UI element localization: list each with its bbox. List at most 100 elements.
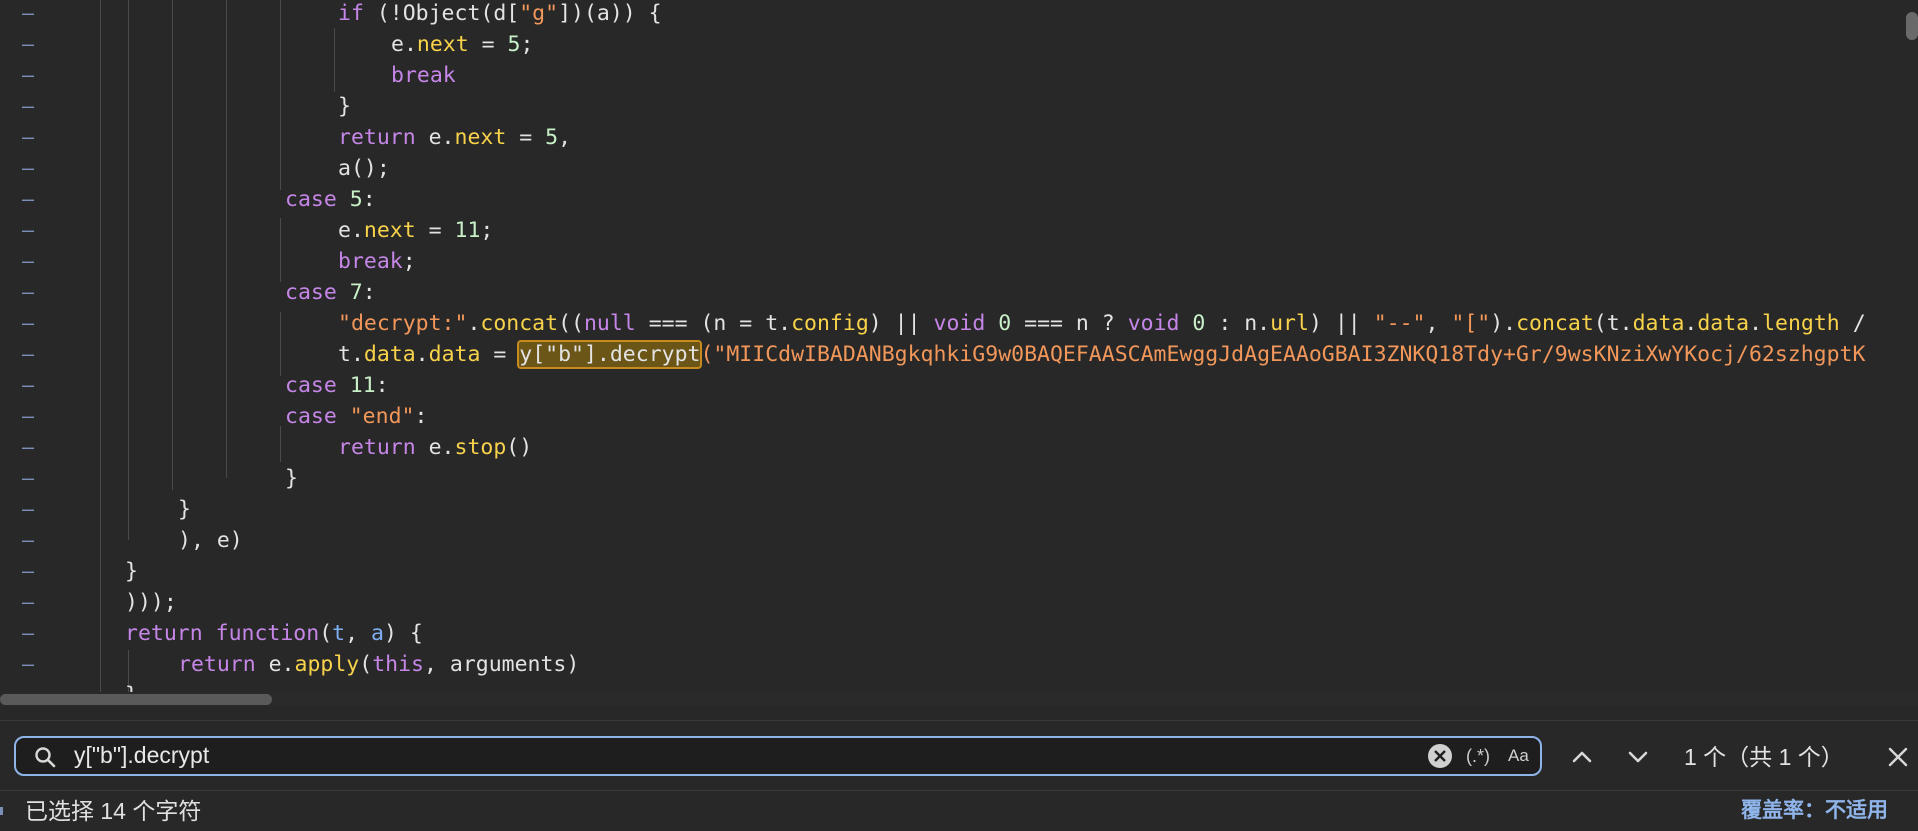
line-change-marker: – — [22, 94, 35, 118]
code-token: "decrypt:" — [338, 311, 468, 336]
code-token: ) || — [1308, 311, 1374, 336]
code-token: : — [414, 404, 428, 429]
line-change-marker: – — [22, 621, 35, 645]
code-line: – return function(t, a) { — [0, 618, 1918, 649]
line-change-marker: – — [22, 373, 35, 397]
code-line: – e.next = 11; — [0, 215, 1918, 246]
code-token: ))); — [125, 590, 177, 615]
coverage-status[interactable]: 覆盖率：不适用 — [1741, 795, 1888, 827]
vertical-scrollbar[interactable] — [1906, 12, 1918, 40]
line-change-marker: – — [22, 187, 35, 211]
search-icon — [34, 746, 56, 768]
code-token: void — [1127, 311, 1180, 336]
code-text: } — [125, 556, 138, 587]
line-change-marker: – — [22, 32, 35, 56]
code-token: return — [338, 435, 416, 460]
match-case-toggle-button[interactable]: Aa — [1508, 742, 1529, 770]
search-match-highlight[interactable]: y["b"].decrypt — [517, 340, 703, 369]
code-token: 11 — [454, 218, 481, 243]
line-change-marker: – — [22, 249, 35, 273]
code-text: } — [338, 91, 351, 122]
code-text: } — [125, 680, 138, 692]
code-line: – "decrypt:".concat((null === (n = t.con… — [0, 308, 1918, 339]
line-change-marker: – — [22, 404, 35, 428]
code-text: } — [178, 494, 191, 525]
code-token: case — [285, 280, 337, 305]
code-token: e. — [391, 32, 417, 57]
code-text: case 5: — [285, 184, 376, 215]
code-token: case — [285, 373, 337, 398]
code-text: a(); — [338, 153, 390, 184]
code-token: data — [1632, 311, 1685, 336]
code-token: case — [285, 404, 337, 429]
code-text: "decrypt:".concat((null === (n = t.confi… — [338, 308, 1866, 339]
code-line: – return e.next = 5, — [0, 122, 1918, 153]
code-token: } — [125, 559, 138, 584]
line-change-marker: – — [22, 125, 35, 149]
code-token: ; — [402, 249, 416, 274]
code-text: break — [391, 60, 456, 91]
code-text: e.next = 11; — [338, 215, 493, 246]
code-token: return — [178, 652, 256, 677]
code-line: – } — [0, 463, 1918, 494]
code-token: === n ? — [1011, 311, 1128, 336]
horizontal-scrollbar-thumb[interactable] — [0, 694, 272, 705]
status-indicator — [0, 807, 3, 815]
code-token: , — [345, 621, 371, 646]
line-change-marker: – — [22, 311, 35, 335]
previous-match-button[interactable] — [1570, 745, 1594, 769]
code-token: a(); — [338, 156, 390, 181]
code-line: – e.next = 5; — [0, 29, 1918, 60]
code-token: length — [1762, 311, 1840, 336]
clear-icon — [1434, 750, 1446, 762]
code-token: apply — [294, 652, 360, 677]
search-input[interactable] — [74, 738, 1414, 773]
code-token: return — [338, 125, 416, 150]
line-change-marker: – — [22, 342, 35, 366]
code-token: concat — [1516, 311, 1594, 336]
code-token: } — [178, 497, 191, 522]
code-editor[interactable]: – if (!Object(d["g"])(a)) { – e.next = 5… — [0, 0, 1918, 692]
code-text: break; — [338, 246, 416, 277]
horizontal-scrollbar[interactable] — [0, 692, 1918, 706]
code-token: ; — [480, 218, 494, 243]
code-line: – case 5: — [0, 184, 1918, 215]
code-token: . — [467, 311, 481, 336]
close-icon — [1888, 747, 1908, 767]
next-match-button[interactable] — [1626, 745, 1650, 769]
code-line: – if (!Object(d["g"])(a)) { — [0, 0, 1918, 29]
code-line: – case 11: — [0, 370, 1918, 401]
code-line: – a(); — [0, 153, 1918, 184]
clear-search-button[interactable] — [1428, 744, 1452, 768]
line-change-marker: – — [22, 466, 35, 490]
line-change-marker: – — [22, 590, 35, 614]
close-find-bar-button[interactable] — [1886, 745, 1910, 769]
code-token: "g" — [519, 1, 559, 26]
line-change-marker: – — [22, 680, 42, 692]
code-token: config — [791, 311, 869, 336]
line-change-marker: – — [22, 63, 35, 87]
code-token: ) || — [868, 311, 934, 336]
code-token: } — [338, 94, 351, 119]
chevron-up-icon — [1572, 751, 1592, 763]
code-token: : — [362, 187, 376, 212]
code-token: e. — [415, 435, 455, 460]
code-text: return e.next = 5, — [338, 122, 571, 153]
line-change-marker: – — [22, 497, 35, 521]
regex-toggle-button[interactable]: (.*) — [1466, 742, 1490, 770]
code-token: . — [1684, 311, 1698, 336]
search-box[interactable]: (.*) Aa — [14, 736, 1542, 776]
code-text: } — [285, 463, 298, 494]
code-line: – ), e) — [0, 525, 1918, 556]
code-token: : n. — [1205, 311, 1271, 336]
code-token: t — [332, 621, 346, 646]
code-text: ))); — [125, 587, 177, 618]
code-token: === (n = t. — [635, 311, 792, 336]
code-token: ). — [1490, 311, 1517, 336]
code-token: ])(a)) { — [558, 1, 662, 26]
